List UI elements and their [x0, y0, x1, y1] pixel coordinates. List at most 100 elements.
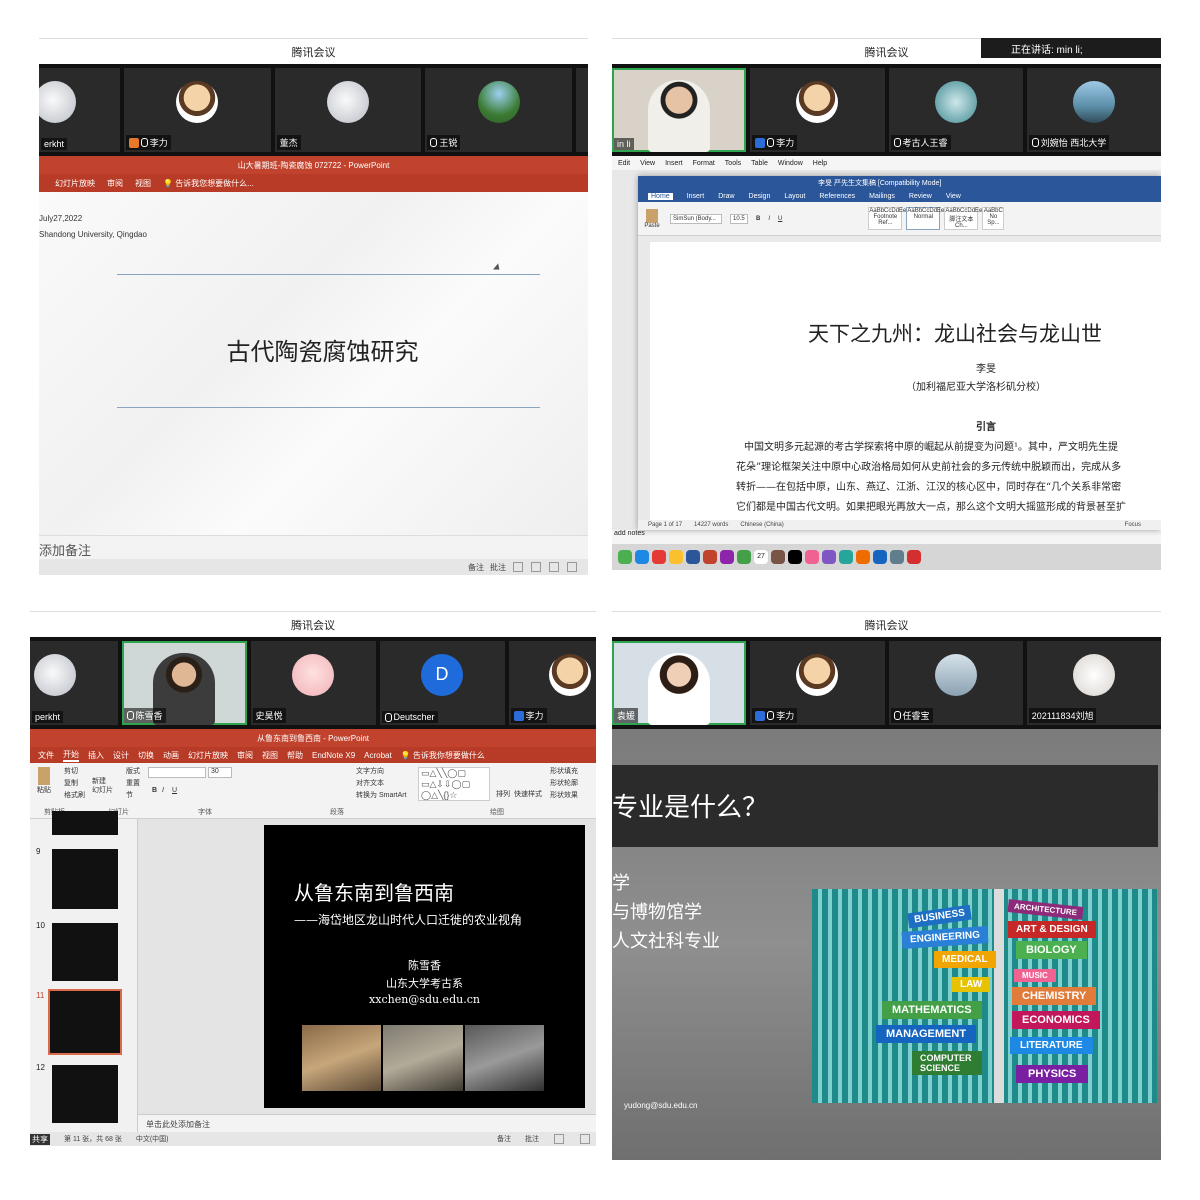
comments-toggle[interactable]: 批注: [490, 562, 506, 573]
text-direction-button[interactable]: 文字方向: [356, 766, 384, 776]
dock-app-icon[interactable]: [856, 550, 870, 564]
participant-tile[interactable]: 考古人王睿: [888, 68, 1023, 152]
thumb-partial[interactable]: [52, 811, 118, 835]
dock-app-icon[interactable]: [822, 550, 836, 564]
tab-draw[interactable]: Draw: [718, 193, 734, 200]
focus-button[interactable]: Focus: [1125, 522, 1141, 528]
menu-table[interactable]: Table: [751, 160, 768, 167]
shape-outline-button[interactable]: 形状轮廓: [550, 778, 578, 788]
dock-app-icon[interactable]: [890, 550, 904, 564]
comments-toggle[interactable]: 批注: [525, 1134, 539, 1144]
tab-endnote[interactable]: EndNote X9: [312, 751, 355, 760]
tab-mailings[interactable]: Mailings: [869, 193, 895, 200]
tab-home[interactable]: 开始: [63, 749, 79, 762]
thumb-slide[interactable]: [52, 1065, 118, 1123]
participant-tile[interactable]: 史昊悦: [250, 641, 376, 725]
dock-app-icon[interactable]: [703, 550, 717, 564]
document-page[interactable]: 天下之九州：龙山社会与龙山世 李旻 （加利福尼亚大学洛杉矶分校） 引言 中国文明…: [650, 242, 1161, 520]
tab-review[interactable]: Review: [909, 193, 932, 200]
new-slide-button[interactable]: 新建 幻灯片: [92, 777, 113, 795]
tab-animations[interactable]: 动画: [163, 750, 179, 761]
tab-review[interactable]: 审阅: [237, 750, 253, 761]
underline-button[interactable]: U: [778, 216, 782, 222]
tab-view[interactable]: 视图: [262, 750, 278, 761]
slideshow-icon[interactable]: [567, 562, 577, 572]
menu-edit[interactable]: Edit: [618, 160, 630, 167]
tell-me-search[interactable]: 💡 告诉我您想要做什么...: [163, 178, 254, 189]
normal-view-icon[interactable]: [513, 562, 523, 572]
italic-button[interactable]: I: [768, 216, 770, 222]
tab-transitions[interactable]: 切换: [138, 750, 154, 761]
dock-app-icon[interactable]: [805, 550, 819, 564]
smartart-button[interactable]: 转换为 SmartArt: [356, 790, 407, 800]
dock-app-icon[interactable]: [907, 550, 921, 564]
dock-app-icon[interactable]: [737, 550, 751, 564]
bold-button[interactable]: B: [152, 787, 157, 794]
tab-slideshow[interactable]: 幻灯片放映: [55, 178, 95, 189]
participant-tile[interactable]: 202111834刘旭: [1026, 641, 1161, 725]
cut-button[interactable]: 剪切: [64, 766, 78, 776]
dock-app-icon[interactable]: [873, 550, 887, 564]
dock-app-icon[interactable]: [635, 550, 649, 564]
style-item[interactable]: AaBbCcDdEe Normal: [906, 207, 944, 230]
menu-format[interactable]: Format: [693, 160, 715, 167]
font-size-select[interactable]: 30: [208, 767, 232, 778]
participant-tile[interactable]: 李力: [750, 641, 885, 725]
tell-me-search[interactable]: 💡 告诉我你想要做什么: [401, 750, 485, 761]
tab-layout[interactable]: Layout: [784, 193, 805, 200]
participant-tile[interactable]: 李力: [123, 68, 271, 152]
underline-button[interactable]: U: [172, 787, 177, 794]
tab-insert[interactable]: Insert: [687, 193, 705, 200]
tab-insert[interactable]: 插入: [88, 750, 104, 761]
section-button[interactable]: 节: [126, 790, 133, 800]
participant-tile[interactable]: erkht: [39, 68, 120, 152]
sorter-view-icon[interactable]: [580, 1134, 590, 1144]
thumb-slide-selected[interactable]: [48, 989, 122, 1055]
paste-button[interactable]: 粘贴: [36, 767, 52, 795]
dock-app-icon[interactable]: [788, 550, 802, 564]
slide-canvas[interactable]: July27,2022 Shandong University, Qingdao…: [39, 192, 588, 535]
bold-button[interactable]: B: [756, 216, 760, 222]
dock-app-icon[interactable]: [839, 550, 853, 564]
menu-help[interactable]: Help: [813, 160, 827, 167]
tab-help[interactable]: 帮助: [287, 750, 303, 761]
shape-effect-button[interactable]: 形状效果: [550, 790, 578, 800]
align-text-button[interactable]: 对齐文本: [356, 778, 384, 788]
tab-design[interactable]: Design: [749, 193, 771, 200]
style-item[interactable]: AaBbCcDdEe Footnote Ref...: [868, 207, 906, 230]
menu-insert[interactable]: Insert: [665, 160, 683, 167]
format-painter-button[interactable]: 格式刷: [64, 790, 85, 800]
style-item[interactable]: AaBbC No Sp...: [982, 207, 1005, 230]
notes-toggle[interactable]: 备注: [468, 562, 484, 573]
font-name-select[interactable]: SimSun (Body...: [670, 213, 722, 224]
dock-app-icon[interactable]: [720, 550, 734, 564]
notes-pane[interactable]: 单击此处添加备注: [138, 1114, 596, 1132]
calendar-icon[interactable]: 27: [754, 550, 768, 564]
reset-button[interactable]: 重置: [126, 778, 140, 788]
participant-tile[interactable]: 董杰: [274, 68, 422, 152]
notes-pane[interactable]: 添加备注: [39, 535, 588, 559]
sorter-view-icon[interactable]: [531, 562, 541, 572]
normal-view-icon[interactable]: [554, 1134, 564, 1144]
style-item[interactable]: AaBbCcDdEe 脚注文本 Ch...: [944, 207, 982, 230]
tab-references[interactable]: References: [819, 193, 855, 200]
dock-app-icon[interactable]: [669, 550, 683, 564]
menu-tools[interactable]: Tools: [725, 160, 741, 167]
tab-view[interactable]: 视图: [135, 178, 151, 189]
thumbnail-pane[interactable]: 9 10 11 12: [30, 811, 138, 1132]
tab-file[interactable]: 文件: [38, 750, 54, 761]
document-area[interactable]: 天下之九州：龙山社会与龙山世 李旻 （加利福尼亚大学洛杉矶分校） 引言 中国文明…: [638, 236, 1161, 520]
styles-gallery[interactable]: AaBbCcDdEe Footnote Ref... AaBbCcDdEe Norm…: [868, 207, 1005, 230]
participant-tile[interactable]: in li: [612, 68, 747, 152]
reading-view-icon[interactable]: [549, 562, 559, 572]
thumb-slide[interactable]: [52, 923, 118, 981]
participant-tile[interactable]: 李力: [750, 68, 885, 152]
participant-tile[interactable]: perkht: [30, 641, 118, 725]
arrange-button[interactable]: 排列: [496, 789, 510, 799]
participant-tile[interactable]: 任睿宝: [888, 641, 1023, 725]
tab-view[interactable]: View: [946, 193, 961, 200]
font-size-select[interactable]: 10.5: [730, 213, 748, 224]
participant-tile[interactable]: 刘婉怡 西北大学: [1026, 68, 1161, 152]
notes-toggle[interactable]: 备注: [497, 1134, 511, 1144]
layout-button[interactable]: 版式: [126, 766, 140, 776]
